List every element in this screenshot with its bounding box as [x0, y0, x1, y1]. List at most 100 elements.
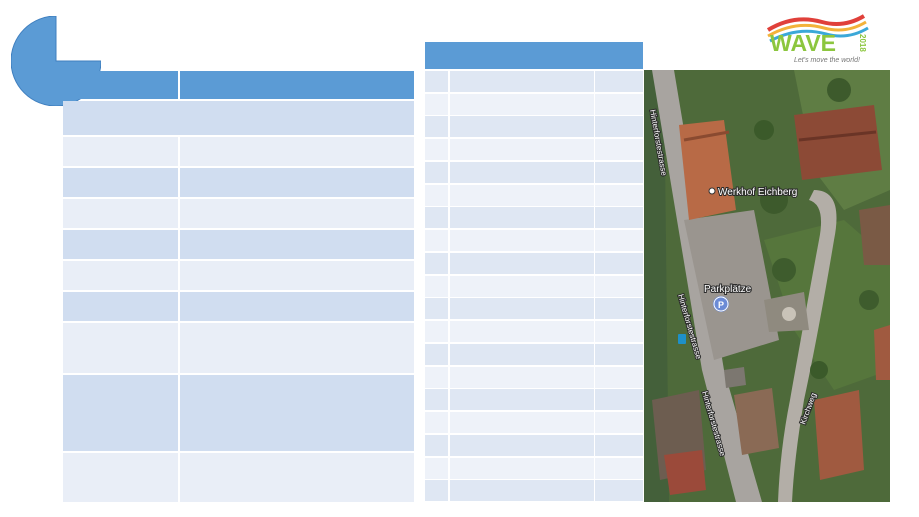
table-row [425, 389, 643, 411]
table-cell [595, 480, 643, 502]
satellite-map: Werkhof Eichberg Parkplätze P Hinterfors… [644, 70, 890, 502]
table-cell [595, 457, 643, 479]
table-row [63, 230, 414, 259]
table-row [425, 434, 643, 456]
table-cell [595, 207, 643, 229]
wave-logo: WAVE 2018 Let's move the world! [766, 14, 869, 64]
table-cell [595, 321, 643, 342]
table-row [425, 298, 643, 320]
table-row [425, 252, 643, 274]
place-marker-icon[interactable] [708, 187, 716, 195]
table-row [425, 480, 643, 502]
table-row [63, 292, 414, 321]
transit-stop-icon[interactable] [678, 334, 686, 344]
table-cell [449, 275, 594, 297]
parking-pin-icon[interactable]: P [712, 296, 729, 312]
table-row [425, 184, 643, 206]
table-row [425, 70, 643, 92]
table-cell [449, 366, 594, 388]
table-row [63, 199, 414, 228]
table-cell [425, 275, 448, 297]
table-cell [595, 184, 643, 206]
middle-table [425, 42, 643, 502]
table-cell [595, 389, 643, 411]
table-row [425, 230, 643, 251]
table-cell [595, 298, 643, 320]
table-cell [449, 298, 594, 320]
logo-year: 2018 [858, 34, 867, 52]
table-cell [449, 457, 594, 479]
table-cell [425, 434, 448, 456]
parking-label[interactable]: Parkplätze [703, 283, 753, 296]
table-cell [595, 343, 643, 365]
table-row [425, 366, 643, 388]
left-table-header [63, 71, 414, 99]
table-row [63, 375, 414, 451]
table-row [425, 321, 643, 342]
logo-tagline: Let's move the world! [794, 57, 860, 64]
table-cell [449, 343, 594, 365]
table-cell [595, 412, 643, 433]
table-cell [449, 321, 594, 342]
table-cell [595, 139, 643, 160]
table-cell [449, 184, 594, 206]
table-row [63, 168, 414, 197]
table-cell [595, 70, 643, 92]
table-row [425, 161, 643, 183]
table-cell [595, 434, 643, 456]
table-cell [595, 161, 643, 183]
table-row [425, 343, 643, 365]
table-cell [425, 343, 448, 365]
table-cell [449, 480, 594, 502]
table-cell [449, 389, 594, 411]
table-cell [449, 252, 594, 274]
table-row [63, 323, 414, 373]
table-cell [425, 366, 448, 388]
table-cell [449, 161, 594, 183]
table-cell [595, 116, 643, 138]
table-cell [425, 298, 448, 320]
table-cell [449, 207, 594, 229]
logo-word: WAVE [770, 30, 836, 56]
table-cell [449, 93, 594, 115]
table-cell [449, 412, 594, 433]
table-cell [425, 389, 448, 411]
svg-text:P: P [718, 300, 724, 310]
place-label[interactable]: Werkhof Eichberg [717, 186, 798, 199]
table-cell [425, 93, 448, 115]
table-row [425, 275, 643, 297]
table-row [425, 116, 643, 138]
table-cell [595, 93, 643, 115]
table-cell [449, 230, 594, 251]
table-cell [425, 252, 448, 274]
table-cell [595, 230, 643, 251]
table-cell [595, 275, 643, 297]
table-cell [449, 116, 594, 138]
table-row [425, 412, 643, 433]
table-cell [425, 116, 448, 138]
table-cell [425, 412, 448, 433]
table-cell [425, 70, 448, 92]
left-table [63, 71, 414, 504]
table-cell [425, 321, 448, 342]
table-row [425, 207, 643, 229]
table-cell [425, 161, 448, 183]
table-row [63, 453, 414, 502]
table-cell [449, 70, 594, 92]
table-cell [425, 139, 448, 160]
table-cell [425, 230, 448, 251]
table-cell [449, 434, 594, 456]
left-table-merged-row [63, 101, 414, 135]
table-cell [425, 184, 448, 206]
table-cell [595, 252, 643, 274]
table-cell [425, 480, 448, 502]
table-row [425, 139, 643, 160]
table-cell [425, 207, 448, 229]
table-cell [595, 366, 643, 388]
table-row [63, 261, 414, 290]
table-cell [449, 139, 594, 160]
middle-table-body [425, 70, 643, 502]
table-cell [425, 457, 448, 479]
table-row [63, 137, 414, 166]
table-row [425, 457, 643, 479]
